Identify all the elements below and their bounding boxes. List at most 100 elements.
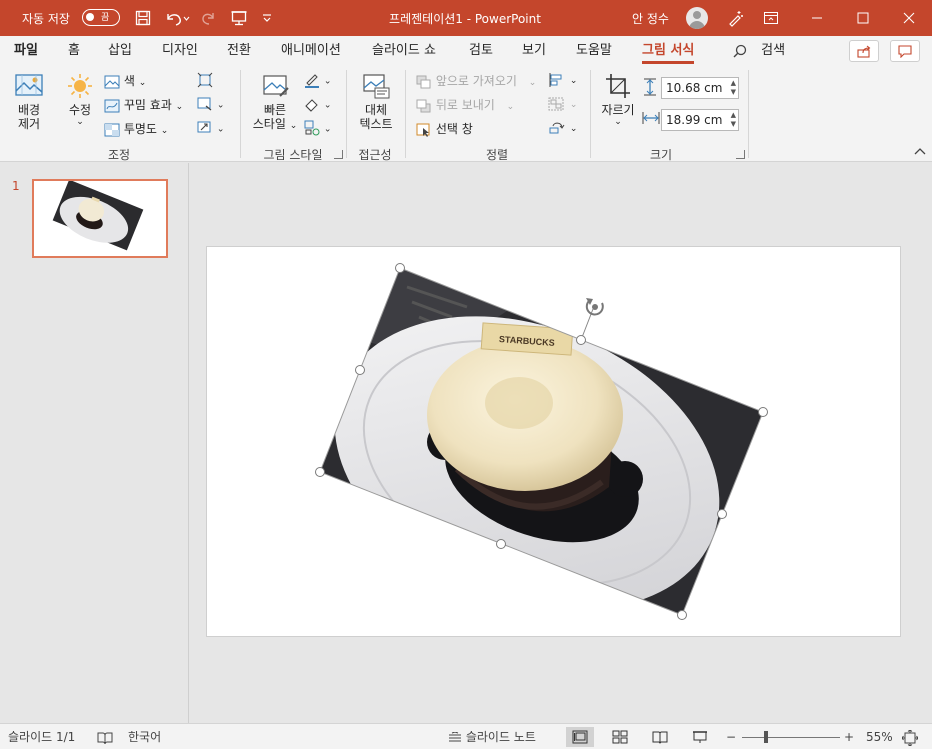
ribbon-display-options-icon[interactable] <box>748 0 794 36</box>
zoom-out-icon[interactable]: − <box>726 724 736 749</box>
spelling-check-icon[interactable] <box>97 724 113 749</box>
redo-icon[interactable] <box>198 0 220 36</box>
bring-forward-button[interactable]: 앞으로 가져오기 ⌄ <box>416 72 536 89</box>
tab-insert[interactable]: 삽입 <box>108 36 132 66</box>
artistic-effects-button[interactable]: 꾸밈 효과 ⌄ <box>104 96 183 113</box>
resize-handle[interactable] <box>758 407 768 417</box>
autosave-toggle[interactable]: 끔 <box>82 9 120 26</box>
reading-view-icon[interactable] <box>646 727 674 747</box>
zoom-level[interactable]: 55% <box>866 724 893 749</box>
quick-styles-button[interactable]: 빠른 스타일 ⌄ <box>250 72 300 133</box>
tab-home[interactable]: 홈 <box>68 36 80 66</box>
corrections-label: 수정 <box>68 103 92 117</box>
reset-picture-icon <box>197 121 211 133</box>
align-button[interactable]: ⌄ <box>548 72 577 87</box>
reset-picture-button[interactable]: ⌄ <box>197 120 224 136</box>
slide-number: 1 <box>12 179 20 193</box>
save-icon[interactable] <box>132 0 154 36</box>
tab-view[interactable]: 보기 <box>522 36 546 66</box>
width-spinner-icon[interactable]: ▲ ▼ <box>731 111 736 129</box>
minimize-icon[interactable] <box>794 0 840 36</box>
designer-icon[interactable] <box>724 0 748 36</box>
resize-handle[interactable] <box>315 467 325 477</box>
picture-styles-launcher-icon[interactable] <box>334 150 343 159</box>
compress-pictures-button[interactable] <box>197 72 213 91</box>
undo-icon[interactable] <box>162 0 192 36</box>
tab-slideshow[interactable]: 슬라이드 쇼 <box>372 36 436 66</box>
tab-review[interactable]: 검토 <box>469 36 493 66</box>
quick-styles-icon <box>263 75 289 97</box>
rotate-icon <box>549 122 565 133</box>
group-separator <box>590 70 591 158</box>
crop-button[interactable]: 자르기 ⌄ <box>598 72 638 127</box>
remove-bg-label-2: 제거 <box>17 117 41 131</box>
tab-picture-format[interactable]: 그림 서식 <box>642 36 695 66</box>
zoom-slider-thumb[interactable] <box>764 731 768 743</box>
zoom-slider[interactable] <box>742 737 840 738</box>
comments-button[interactable] <box>890 40 920 62</box>
notes-button[interactable]: 슬라이드 노트 <box>448 724 536 749</box>
effects-icon <box>305 99 318 112</box>
height-spinner-icon[interactable]: ▲ ▼ <box>731 79 736 97</box>
tab-design[interactable]: 디자인 <box>162 36 198 66</box>
avatar-body <box>689 21 705 29</box>
slide-sorter-icon[interactable] <box>606 727 634 747</box>
transparency-chevron-icon: ⌄ <box>160 126 169 136</box>
language-label[interactable]: 한국어 <box>128 724 161 749</box>
customize-toolbar-icon[interactable] <box>258 0 276 36</box>
tab-help[interactable]: 도움말 <box>576 36 612 66</box>
resize-handle[interactable] <box>576 335 586 345</box>
slide-canvas[interactable]: STARBUCKS <box>206 246 901 637</box>
resize-handle[interactable] <box>717 509 727 519</box>
presentation-start-icon[interactable] <box>228 0 250 36</box>
picture-styles-group-label: 그림 스타일 <box>263 148 323 162</box>
fit-to-window-icon[interactable] <box>902 724 918 749</box>
share-icon <box>857 45 871 58</box>
rotate-button[interactable]: ⌄ <box>548 120 577 135</box>
transparency-button[interactable]: 투명도 ⌄ <box>104 120 168 137</box>
avatar[interactable] <box>686 7 708 29</box>
collapse-ribbon-icon[interactable] <box>914 146 926 160</box>
alt-text-button[interactable]: 대체 텍스트 <box>356 72 396 131</box>
layout-chevron-icon: ⌄ <box>323 124 332 135</box>
layout-icon <box>304 120 320 136</box>
group-separator <box>405 70 406 158</box>
height-input[interactable]: 10.68 cm ▲ ▼ <box>661 77 739 99</box>
tab-transitions[interactable]: 전환 <box>227 36 251 66</box>
search-box[interactable]: 검색 <box>733 36 785 66</box>
corrections-button[interactable]: 수정 ⌄ <box>64 72 96 127</box>
rotate-handle-icon[interactable] <box>585 298 604 316</box>
slide-thumbnail[interactable] <box>32 179 168 258</box>
tab-file[interactable]: 파일 <box>14 36 38 66</box>
thumbnail-image <box>52 181 144 251</box>
size-launcher-icon[interactable] <box>736 150 745 159</box>
remove-background-button[interactable]: 배경 제거 <box>12 72 46 131</box>
resize-handle[interactable] <box>355 365 365 375</box>
user-name[interactable]: 안 정수 <box>632 0 669 36</box>
normal-view-icon[interactable] <box>566 727 594 747</box>
group-objects-button[interactable]: ⌄ <box>548 96 577 111</box>
zoom-in-icon[interactable]: + <box>844 724 854 749</box>
height-icon <box>642 78 658 99</box>
slideshow-view-icon[interactable] <box>686 727 714 747</box>
resize-handle[interactable] <box>677 610 687 620</box>
selection-pane-button[interactable]: 선택 창 <box>416 120 473 137</box>
picture-layout-button[interactable]: ⌄ <box>304 120 331 136</box>
change-picture-button[interactable]: ⌄ <box>197 96 224 112</box>
send-backward-button[interactable]: 뒤로 보내기 ⌄ <box>416 96 514 113</box>
bring-forward-icon <box>416 75 431 88</box>
share-button[interactable] <box>849 40 879 62</box>
close-icon[interactable] <box>886 0 932 36</box>
tab-animations[interactable]: 애니메이션 <box>281 36 341 66</box>
width-input[interactable]: 18.99 cm ▲ ▼ <box>661 109 739 131</box>
color-button[interactable]: 색 ⌄ <box>104 72 146 89</box>
picture-effects-button[interactable]: ⌄ <box>304 96 331 112</box>
resize-handle[interactable] <box>496 539 506 549</box>
maximize-icon[interactable] <box>840 0 886 36</box>
search-label: 검색 <box>761 43 786 58</box>
align-icon <box>549 72 562 87</box>
search-icon <box>733 44 747 57</box>
resize-handle[interactable] <box>395 263 405 273</box>
picture-border-button[interactable]: ⌄ <box>304 72 331 88</box>
adjust-group-label: 조정 <box>107 148 131 162</box>
